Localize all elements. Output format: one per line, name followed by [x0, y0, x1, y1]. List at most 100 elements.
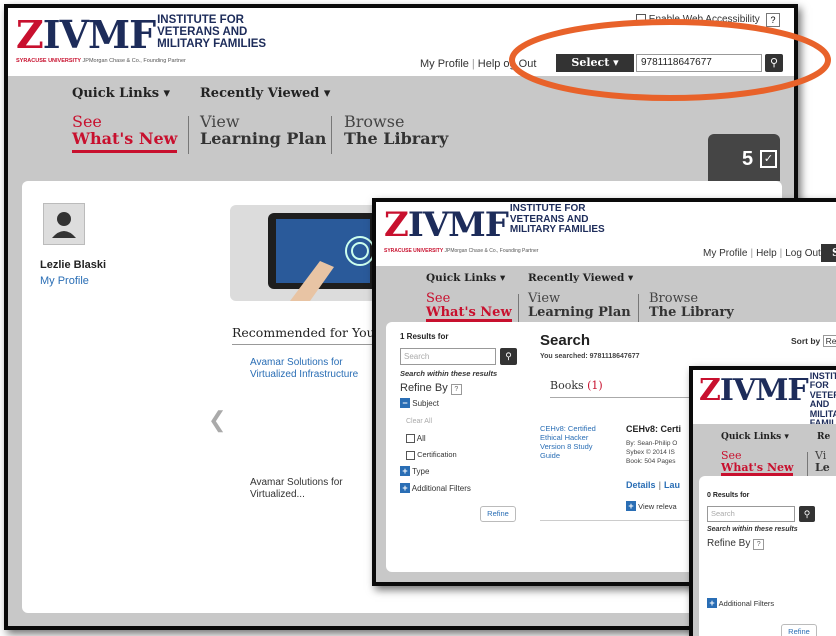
search-within-label: Search within these results	[400, 369, 498, 378]
accessibility-toggle[interactable]: Enable Web Accessibility	[636, 14, 760, 25]
logo-line2: VETERANS AND	[157, 26, 248, 39]
refine-help-icon[interactable]: ?	[753, 539, 765, 550]
ivmf-logo[interactable]: ZIVMF INSTITUTE FOR VETERANS AND MILITAR…	[16, 12, 267, 64]
refine-search-input[interactable]: Search	[707, 506, 795, 522]
nav-band: Quick Links ▾ Recently Viewed ▾ See What…	[8, 76, 794, 181]
ivmf-logo[interactable]: ZIVMF INSTITUTE FOR VETERANS AND MILITAR…	[384, 203, 605, 254]
user-profile-link[interactable]: My Profile	[40, 275, 89, 287]
books-heading: Books (1)	[550, 379, 603, 392]
logo-line1: INSTITUTE FOR	[509, 203, 586, 214]
tab-library-line2: The Library	[649, 304, 734, 320]
refine-by-heading: Refine By ?	[707, 538, 765, 550]
tab-learning-plan-line2: Learning Plan	[200, 128, 327, 148]
panel-zero-results: ZIVMF INSTITUTE FOR VETERANS AND MILITAR…	[689, 366, 836, 636]
quick-links-menu[interactable]: Quick Links ▾	[426, 272, 505, 284]
logo-line1: INSTITUTE FOR	[157, 14, 244, 26]
additional-filters-toggle[interactable]: + Additional Filters	[707, 598, 774, 608]
checklist-icon: ✓	[760, 150, 777, 168]
nav-band: Quick Links ▾ Re See What's New Vi Le	[693, 424, 836, 478]
tab-whats-new[interactable]: See What's New	[426, 292, 512, 323]
refine-search-icon[interactable]: ⚲	[799, 506, 815, 522]
featured-tablet-image[interactable]	[230, 205, 380, 301]
book-title[interactable]: CEHv8: Certi	[626, 424, 681, 434]
help-link[interactable]: Help	[756, 248, 777, 259]
accessibility-help[interactable]: ?	[766, 13, 780, 27]
header-search-input[interactable]: 9781118647677	[636, 54, 762, 72]
additional-filters-label: Additional Filters	[411, 484, 471, 493]
logo-mark: ZIVMF	[699, 373, 809, 408]
recommended-heading: Recommended for You	[232, 325, 375, 340]
tab-whats-new-line2: What's New	[721, 460, 794, 474]
search-type-select[interactable]: S	[821, 244, 836, 262]
view-relevant-label: View releva	[638, 502, 677, 511]
recently-viewed-menu[interactable]: Re	[817, 432, 830, 442]
launch-link[interactable]: Lau	[664, 480, 680, 490]
logo-line3: MILITARY FAMILIES	[157, 38, 267, 51]
plus-icon: +	[400, 483, 410, 493]
subject-filter-toggle[interactable]: − Subject	[400, 398, 439, 408]
sort-by[interactable]: Sort by Re	[791, 335, 836, 347]
recommended-item-1[interactable]: Avamar Solutions for Virtualized Infrast…	[250, 357, 370, 380]
quick-links-menu[interactable]: Quick Links ▾	[721, 432, 789, 442]
logo-su: SYRACUSE UNIVERSITY	[16, 58, 81, 64]
user-name: Lezlie Blaski	[40, 259, 107, 271]
carousel-prev-icon[interactable]: ❮	[208, 407, 226, 433]
tab-learning-plan-line2: Le	[815, 460, 830, 474]
learning-plan-badge[interactable]: 5 ✓	[708, 134, 780, 181]
you-searched: You searched: 9781118647677	[540, 353, 640, 360]
tab-divider	[188, 116, 189, 154]
accessibility-checkbox[interactable]	[636, 14, 646, 25]
tab-learning-plan[interactable]: View Learning Plan	[528, 292, 631, 319]
type-filter-toggle[interactable]: + Type	[400, 466, 429, 476]
tab-whats-new-line1: See	[721, 449, 742, 462]
sort-by-label: Sort by	[791, 336, 821, 346]
refine-help-icon[interactable]: ?	[450, 384, 462, 395]
filter-cert-checkbox[interactable]	[406, 450, 415, 460]
recently-viewed-menu[interactable]: Recently Viewed ▾	[200, 86, 330, 101]
tab-learning-plan-line1: View	[528, 291, 561, 306]
logo-mark: ZIVMF	[16, 12, 156, 57]
logo-su: SYRACUSE UNIVERSITY	[384, 248, 444, 254]
tab-divider	[331, 116, 332, 154]
view-relevant-toggle[interactable]: + View releva	[626, 501, 677, 511]
additional-filters-toggle[interactable]: + Additional Filters	[400, 483, 471, 493]
logout-link[interactable]: Log Out	[785, 248, 821, 259]
filter-all-checkbox[interactable]	[406, 434, 415, 444]
site-header: ZIVMF INSTITUTE FOR VETERANS AND MILITAR…	[8, 8, 794, 76]
tab-library[interactable]: Browse The Library	[649, 292, 734, 319]
refine-search-input[interactable]: Search	[400, 348, 496, 365]
my-profile-link[interactable]: My Profile	[420, 58, 469, 70]
tab-whats-new[interactable]: See What's New	[72, 113, 178, 153]
filter-cert-label: Certification	[417, 450, 457, 459]
ivmf-logo[interactable]: ZIVMF INSTITUTE FOR VETERANS AND MILITAR…	[699, 371, 836, 429]
sort-select[interactable]: Re	[822, 335, 836, 347]
recommended-item-2[interactable]: Avamar Solutions for Virtualized...	[250, 477, 360, 501]
tab-divider	[807, 452, 808, 478]
quick-links-menu[interactable]: Quick Links ▾	[72, 86, 170, 101]
logo-partner: JPMorgan Chase & Co., Founding Partner	[444, 248, 539, 254]
tab-learning-plan[interactable]: View Learning Plan	[200, 113, 327, 148]
site-header: ZIVMF INSTITUTE FOR VETERANS AND MILITAR…	[693, 370, 836, 428]
logo-line3: MILITARY FAMILIES	[509, 224, 605, 235]
my-profile-link[interactable]: My Profile	[703, 248, 747, 259]
book-thumbnail-text[interactable]: CEHv8: Certified Ethical Hacker Version …	[540, 424, 612, 460]
tab-learning-plan-line1: Vi	[815, 449, 827, 462]
search-icon[interactable]: ⚲	[765, 54, 783, 72]
plus-icon: +	[400, 466, 410, 476]
refine-button[interactable]: Refine	[781, 624, 817, 636]
tab-library-line1: Browse	[649, 291, 699, 306]
recently-viewed-menu[interactable]: Recently Viewed ▾	[528, 272, 633, 284]
tab-whats-new[interactable]: See What's New	[721, 449, 794, 477]
details-link[interactable]: Details	[626, 480, 656, 490]
tab-library[interactable]: Browse The Library	[344, 113, 448, 148]
clear-all-link[interactable]: Clear All	[406, 418, 432, 425]
tab-learning-plan-line2: Learning Plan	[528, 304, 631, 320]
logout-link[interactable]: og Out	[503, 58, 536, 70]
filter-all-option[interactable]: All	[406, 434, 426, 444]
refine-search-icon[interactable]: ⚲	[500, 348, 517, 365]
search-type-select[interactable]: Select ▾	[556, 54, 634, 72]
filter-cert-option[interactable]: Certification	[406, 450, 457, 460]
tab-learning-plan[interactable]: Vi Le	[815, 450, 830, 473]
help-link[interactable]: Help	[478, 58, 501, 70]
refine-button[interactable]: Refine	[480, 506, 516, 522]
